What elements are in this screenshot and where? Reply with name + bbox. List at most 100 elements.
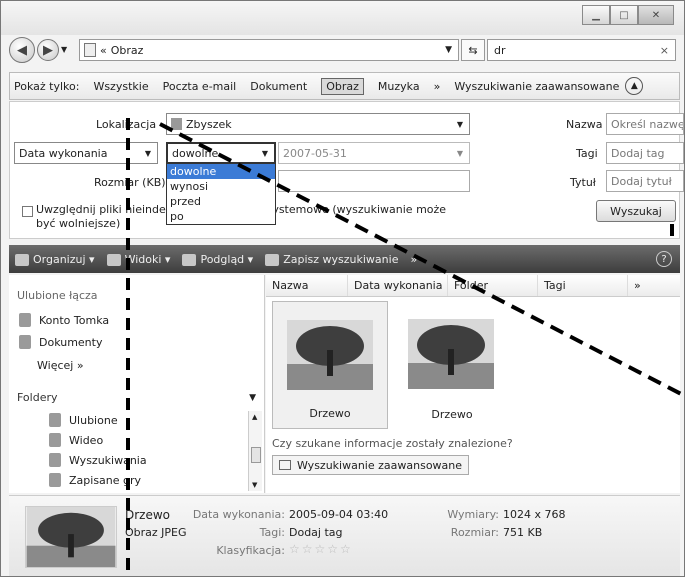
column-tags[interactable]: Tagi bbox=[538, 275, 628, 296]
title-bar: ▁ □ ✕ bbox=[1, 1, 684, 35]
location-combo[interactable]: Zbyszek ▼ bbox=[166, 113, 470, 135]
option-equals[interactable]: wynosi bbox=[167, 179, 275, 194]
breadcrumb-item[interactable]: Obraz bbox=[111, 44, 144, 57]
forward-button[interactable]: ▶ bbox=[37, 39, 59, 61]
games-folder-icon bbox=[49, 473, 61, 487]
show-only-bar: Pokaż tylko: Wszystkie Poczta e-mail Dok… bbox=[9, 72, 680, 100]
save-search-label: Zapisz wyszukiwanie bbox=[283, 252, 399, 266]
file-name: Drzewo bbox=[309, 407, 351, 420]
size-label: Rozmiar: bbox=[450, 526, 499, 539]
date-operator-list: dowolne wynosi przed po bbox=[166, 163, 276, 225]
folders-title[interactable]: Foldery bbox=[17, 391, 58, 404]
folder-video[interactable]: Wideo bbox=[49, 433, 103, 447]
save-search-button[interactable]: Zapisz wyszukiwanie bbox=[265, 253, 398, 266]
filter-more[interactable]: » bbox=[434, 80, 441, 93]
size-label: Rozmiar (KB) bbox=[94, 176, 166, 189]
date-value: 2007-05-31 bbox=[283, 146, 347, 160]
file-item[interactable]: Drzewo bbox=[272, 301, 388, 429]
folder-saved-games[interactable]: Zapisane gry bbox=[49, 473, 141, 487]
column-more[interactable]: » bbox=[628, 275, 678, 296]
clear-search-icon[interactable]: × bbox=[660, 44, 669, 57]
filter-document[interactable]: Dokument bbox=[250, 80, 307, 93]
searches-folder-icon bbox=[49, 453, 61, 467]
preview-label: Podgląd bbox=[200, 252, 245, 266]
collapse-icon[interactable]: ▲ bbox=[625, 77, 644, 95]
chevron-down-icon: ▼ bbox=[261, 148, 268, 158]
size-field[interactable] bbox=[278, 170, 470, 192]
scroll-thumb[interactable] bbox=[251, 447, 261, 463]
close-button[interactable]: ✕ bbox=[638, 5, 674, 25]
folder-label: Zapisane gry bbox=[69, 473, 142, 487]
scroll-down-icon[interactable]: ▼ bbox=[252, 481, 257, 489]
name-placeholder: Określ nazwę bbox=[611, 117, 683, 131]
column-folder[interactable]: Folder bbox=[448, 275, 538, 296]
back-arrow-icon: ◀ bbox=[17, 42, 27, 58]
name-label: Nazwa bbox=[566, 118, 603, 131]
refresh-button[interactable]: ⇆ bbox=[461, 39, 485, 61]
column-name[interactable]: Nazwa bbox=[266, 275, 348, 296]
file-list-pane: Nazwa Data wykonania Folder Tagi » Drzew… bbox=[266, 275, 680, 493]
address-bar[interactable]: « Obraz ▼ bbox=[79, 39, 459, 61]
advanced-search-button[interactable]: Wyszukiwanie zaawansowane bbox=[272, 455, 470, 475]
filter-email[interactable]: Poczta e-mail bbox=[163, 80, 237, 93]
user-folder-icon bbox=[19, 313, 31, 327]
date-value-picker[interactable]: 2007-05-31 ▼ bbox=[278, 142, 470, 164]
file-item[interactable]: Drzewo bbox=[394, 301, 510, 429]
date-operator-combo[interactable]: dowolne ▼ bbox=[166, 142, 276, 164]
option-after[interactable]: po bbox=[167, 209, 275, 224]
date-operator-value: dowolne bbox=[172, 146, 219, 160]
option-before[interactable]: przed bbox=[167, 194, 275, 209]
show-only-label: Pokaż tylko: bbox=[14, 79, 80, 93]
maximize-button[interactable]: □ bbox=[610, 5, 638, 25]
date-field-value: Data wykonania bbox=[19, 146, 108, 160]
advanced-search-label: Wyszukiwanie zaawansowane bbox=[297, 458, 463, 472]
folder-searches[interactable]: Wyszukiwania bbox=[49, 453, 147, 467]
organize-button[interactable]: Organizuj ▾ bbox=[15, 253, 95, 266]
location-value: Zbyszek bbox=[186, 117, 232, 131]
name-field[interactable]: Określ nazwę bbox=[606, 113, 684, 135]
include-unindexed-checkbox[interactable] bbox=[22, 206, 33, 217]
filter-all[interactable]: Wszystkie bbox=[93, 80, 148, 93]
favorite-link-account[interactable]: Konto Tomka bbox=[19, 313, 109, 327]
search-button[interactable]: Wyszukaj bbox=[596, 200, 676, 222]
video-folder-icon bbox=[49, 433, 61, 447]
navigation-pane: Ulubione łącza Konto Tomka Dokumenty Wię… bbox=[9, 275, 265, 493]
tags-value[interactable]: Dodaj tag bbox=[289, 526, 343, 539]
tree-thumbnail bbox=[287, 320, 373, 390]
detail-name: Drzewo bbox=[125, 508, 171, 522]
column-date[interactable]: Data wykonania bbox=[348, 275, 448, 296]
folder-favorites[interactable]: Ulubione bbox=[49, 413, 118, 427]
option-any[interactable]: dowolne bbox=[167, 164, 275, 179]
date-field-combo[interactable]: Data wykonania ▼ bbox=[14, 142, 158, 164]
found-question: Czy szukane informacje zostały znalezion… bbox=[272, 437, 513, 450]
views-button[interactable]: Widoki ▾ bbox=[106, 253, 170, 266]
rating-stars[interactable]: ☆☆☆☆☆ bbox=[289, 542, 353, 556]
user-folder-icon bbox=[171, 118, 182, 130]
folders-scrollbar[interactable]: ▲ ▼ bbox=[248, 411, 262, 491]
filter-music[interactable]: Muzyka bbox=[378, 80, 420, 93]
advanced-search-panel: Lokalizacja Zbyszek ▼ Data wykonania ▼ d… bbox=[9, 101, 684, 239]
minimize-button[interactable]: ▁ bbox=[582, 5, 610, 25]
folder-icon bbox=[84, 43, 96, 57]
favorite-link-documents[interactable]: Dokumenty bbox=[19, 335, 102, 349]
more-links[interactable]: Więcej » bbox=[37, 359, 84, 372]
chevron-down-icon[interactable]: ▼ bbox=[249, 393, 256, 403]
advanced-search-toggle[interactable]: Wyszukiwanie zaawansowane bbox=[454, 80, 619, 93]
toolbar-more-button[interactable]: » bbox=[410, 253, 417, 266]
detail-type: Obraz JPEG bbox=[125, 526, 187, 539]
title-field[interactable]: Dodaj tytuł bbox=[606, 170, 684, 192]
tags-field[interactable]: Dodaj tag bbox=[606, 142, 684, 164]
views-icon bbox=[106, 253, 121, 266]
preview-button[interactable]: Podgląd ▾ bbox=[182, 253, 253, 266]
selected-thumbnail bbox=[25, 506, 117, 568]
search-input[interactable]: dr × bbox=[487, 39, 676, 61]
refresh-icon: ⇆ bbox=[468, 43, 478, 57]
back-button[interactable]: ◀ bbox=[9, 37, 35, 63]
help-icon[interactable]: ? bbox=[656, 251, 672, 267]
date-value: 2005-09-04 03:40 bbox=[289, 508, 389, 521]
recent-pages-icon[interactable]: ▼ bbox=[61, 45, 67, 54]
filter-picture[interactable]: Obraz bbox=[321, 77, 364, 95]
scroll-up-icon[interactable]: ▲ bbox=[252, 413, 257, 421]
address-dropdown-icon[interactable]: ▼ bbox=[445, 45, 452, 55]
breadcrumb-chevron[interactable]: « bbox=[100, 44, 107, 57]
